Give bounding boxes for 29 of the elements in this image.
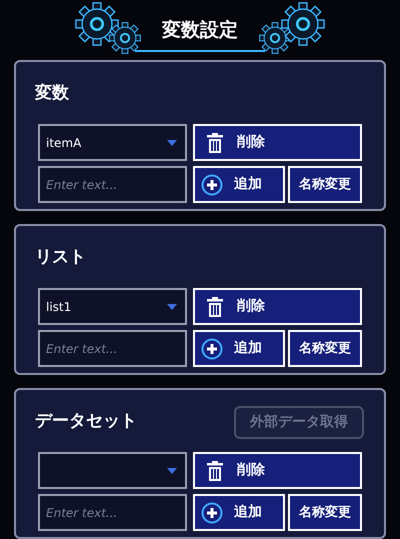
plus-circle-icon	[201, 338, 223, 360]
delete-button[interactable]: 削除	[193, 288, 362, 325]
plus-circle-icon	[201, 502, 223, 524]
dropdown-arrow-icon	[167, 140, 177, 146]
plus-circle-icon	[201, 174, 223, 196]
dialog-title: 変数設定	[162, 18, 238, 43]
add-button[interactable]: 追加	[193, 166, 285, 203]
text-input[interactable]: Enter text...	[38, 494, 187, 531]
dropdown-arrow-icon	[167, 468, 177, 474]
add-button[interactable]: 追加	[193, 330, 285, 367]
rename-button[interactable]: 名称変更	[288, 494, 362, 531]
dropdown[interactable]	[38, 452, 187, 489]
dropdown[interactable]: list1	[38, 288, 187, 325]
text-input[interactable]: Enter text...	[38, 166, 187, 203]
section-heading: リスト	[35, 246, 86, 270]
delete-button[interactable]: 削除	[193, 452, 362, 489]
delete-button[interactable]: 削除	[193, 124, 362, 161]
dropdown-arrow-icon	[167, 304, 177, 310]
dropdown[interactable]: itemA	[38, 124, 187, 161]
gear-icon	[281, 2, 325, 46]
text-input[interactable]: Enter text...	[38, 330, 187, 367]
trash-icon	[207, 132, 223, 152]
trash-icon	[207, 460, 223, 480]
add-button[interactable]: 追加	[193, 494, 285, 531]
rename-button[interactable]: 名称変更	[288, 166, 362, 203]
section-heading: 変数	[35, 82, 69, 106]
rename-button[interactable]: 名称変更	[288, 330, 362, 367]
section-heading: データセット	[35, 410, 137, 434]
trash-icon	[207, 296, 223, 316]
